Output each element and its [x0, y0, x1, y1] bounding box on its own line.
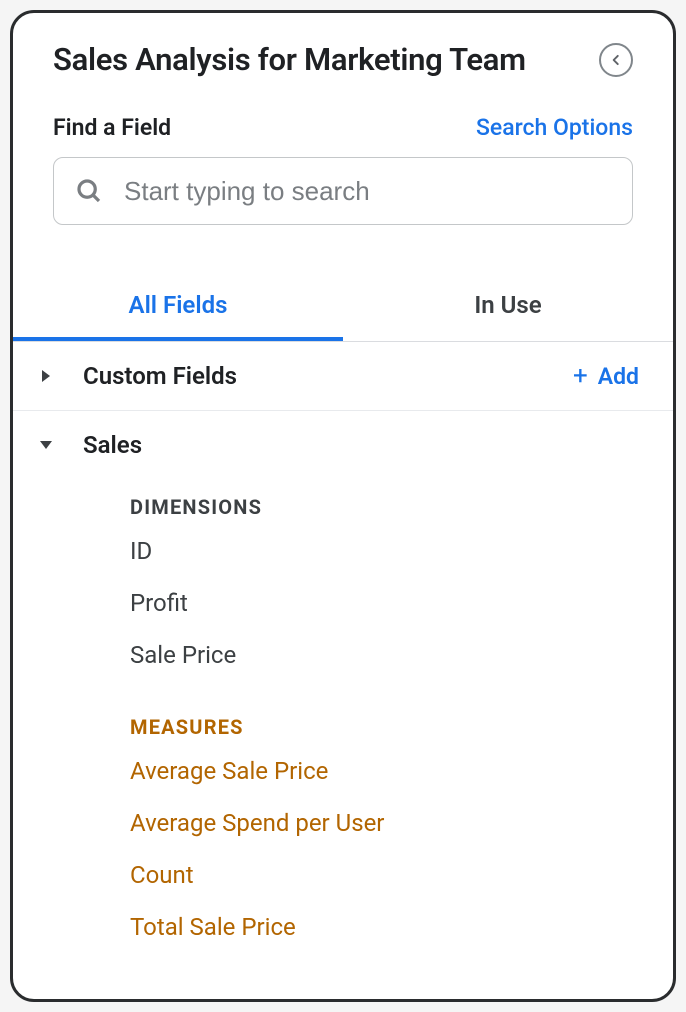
- add-custom-field-button[interactable]: + Add: [573, 363, 639, 390]
- chevron-right-icon: [39, 369, 53, 383]
- field-dimension-profit[interactable]: Profit: [130, 577, 673, 629]
- sales-section-header[interactable]: Sales: [13, 411, 673, 467]
- measures-label: MEASURES: [130, 715, 673, 739]
- search-box[interactable]: [53, 157, 633, 225]
- chevron-left-icon: [609, 53, 623, 67]
- field-dimension-id[interactable]: ID: [130, 525, 673, 577]
- tab-in-use[interactable]: In Use: [343, 273, 673, 341]
- tabs: All Fields In Use: [13, 273, 673, 342]
- field-picker-panel: Sales Analysis for Marketing Team Find a…: [10, 10, 676, 1002]
- field-dimension-sale-price[interactable]: Sale Price: [130, 629, 673, 681]
- search-header-row: Find a Field Search Options: [53, 114, 633, 141]
- add-label: Add: [598, 363, 639, 390]
- page-title: Sales Analysis for Marketing Team: [53, 41, 526, 78]
- panel-header: Sales Analysis for Marketing Team: [13, 13, 673, 96]
- chevron-down-icon: [39, 439, 53, 451]
- find-field-label: Find a Field: [53, 114, 171, 141]
- plus-icon: +: [573, 363, 588, 389]
- search-section: Find a Field Search Options: [13, 96, 673, 225]
- field-measure-count[interactable]: Count: [130, 849, 673, 901]
- field-measure-average-spend-per-user[interactable]: Average Spend per User: [130, 797, 673, 849]
- custom-fields-section-header[interactable]: Custom Fields + Add: [13, 342, 673, 411]
- field-measure-average-sale-price[interactable]: Average Sale Price: [130, 745, 673, 797]
- custom-fields-title: Custom Fields: [83, 362, 237, 390]
- search-options-link[interactable]: Search Options: [476, 114, 633, 141]
- field-measure-total-sale-price[interactable]: Total Sale Price: [130, 901, 673, 953]
- search-icon: [74, 176, 104, 206]
- dimensions-label: DIMENSIONS: [130, 495, 673, 519]
- search-input[interactable]: [124, 176, 612, 207]
- collapse-button[interactable]: [599, 43, 633, 77]
- tab-all-fields[interactable]: All Fields: [13, 273, 343, 341]
- sales-title: Sales: [83, 431, 142, 459]
